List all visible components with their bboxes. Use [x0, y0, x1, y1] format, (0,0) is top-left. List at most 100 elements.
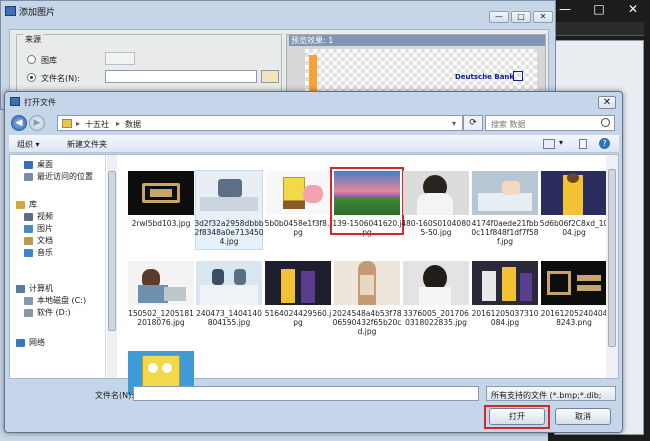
nav-item-icon: [24, 296, 33, 305]
close-button[interactable]: ✕: [598, 96, 616, 109]
forward-button[interactable]: ▶: [29, 115, 45, 131]
file-thumbnail[interactable]: 5d6b06f2C8xd_1004.jpg: [539, 171, 609, 249]
cancel-button[interactable]: 取消: [555, 408, 611, 425]
search-placeholder: 搜索 数据: [491, 120, 526, 129]
file-scrollbar[interactable]: [606, 155, 618, 378]
help-icon[interactable]: ?: [599, 138, 610, 149]
file-thumbnail[interactable]: 2rwl5bd103.jpg: [128, 171, 194, 249]
nav-item[interactable]: 库: [16, 199, 37, 210]
file-name: 3d2f32a2958dbbb2f8348a0e7134504.jpg: [194, 219, 264, 246]
nav-item-icon: [24, 172, 33, 181]
file-thumbnail[interactable]: 201612052404048243.png: [541, 261, 607, 339]
app-icon: [5, 6, 16, 16]
file-name: 3376005_2017060318022835.jpg: [403, 309, 469, 327]
file-name: 5164024429560.jpg: [264, 309, 332, 327]
file-thumbnail[interactable]: 3d2f32a2958dbbb2f8348a0e7134504.jpg: [194, 170, 264, 250]
back-button[interactable]: ◀: [11, 115, 27, 131]
nav-item[interactable]: 桌面: [24, 159, 53, 170]
nav-item[interactable]: 文档: [24, 235, 53, 246]
file-thumbnail[interactable]: 480-160S01040805-50.jpg: [401, 171, 471, 249]
filename-label: 文件名(N):: [95, 391, 134, 400]
file-radio[interactable]: [27, 73, 36, 82]
scrollbar-thumb[interactable]: [108, 171, 116, 331]
nav-item-icon: [16, 338, 25, 347]
search-input[interactable]: 搜索 数据: [485, 115, 615, 131]
file-thumbnail[interactable]: 4174f0aede21fbb0c11f848f1df7f58f.jpg: [471, 171, 539, 249]
file-name: 2rwl5bd103.jpg: [131, 219, 191, 228]
nav-item-icon: [24, 236, 33, 245]
dialog-title: 打开文件: [24, 98, 56, 107]
minimize-button[interactable]: —: [489, 11, 509, 23]
file-name: 2024548a4b53f7806590432f65b20cd.jpg: [332, 309, 402, 336]
nav-item-icon: [24, 212, 33, 221]
nav-item[interactable]: 音乐: [24, 247, 53, 258]
nav-item-icon: [24, 308, 33, 317]
deutsche-bank-logo-icon: [513, 71, 523, 81]
nav-item-icon: [24, 160, 33, 169]
dialog-title: 添加图片: [19, 8, 56, 18]
nav-item-label: 最近访问的位置: [37, 172, 93, 181]
file-thumbnail[interactable]: 240473_1404140804155.jpg: [196, 261, 262, 339]
chevron-down-icon[interactable]: ▾: [452, 119, 456, 128]
nav-scrollbar[interactable]: [107, 155, 117, 378]
close-button[interactable]: ✕: [533, 11, 553, 23]
file-browser: 桌面 最近访问的位置库视频 图片 文档 音乐 计算机 本地磁盘 (C:) 软件 (D:) 网络 …: [9, 154, 619, 395]
breadcrumb-item[interactable]: 十五社: [85, 119, 109, 130]
thumbnail-image: [128, 171, 194, 215]
file-thumbnail[interactable]: 3376005_2017060318022835.jpg: [403, 261, 469, 339]
close-button[interactable]: ✕: [622, 2, 644, 16]
selection-highlight: [330, 167, 404, 235]
view-options-icon[interactable]: [543, 139, 555, 149]
nav-item-icon: [16, 284, 25, 293]
refresh-button[interactable]: ⟳: [463, 115, 483, 131]
filetype-select[interactable]: 所有支持的文件 (*.bmp;*.dib;: [486, 386, 616, 401]
gallery-select[interactable]: [105, 52, 135, 65]
maximize-button[interactable]: □: [511, 11, 531, 23]
address-bar[interactable]: ▸ 十五社 ▸ 数据 ▾: [57, 115, 463, 131]
nav-item[interactable]: 网络: [16, 337, 45, 348]
preview-brand: Deutsche Bank: [455, 73, 515, 81]
nav-item[interactable]: 图片: [24, 223, 53, 234]
file-name: 5d6b06f2C8xd_1004.jpg: [539, 219, 609, 237]
filename-input[interactable]: [133, 386, 479, 401]
organize-menu[interactable]: 组织 ▾: [17, 139, 40, 150]
thumbnail-image: [403, 261, 469, 305]
file-path-input[interactable]: [105, 70, 257, 83]
nav-item[interactable]: 本地磁盘 (C:): [24, 295, 86, 306]
thumbnail-image: [541, 261, 607, 305]
browse-folder-icon[interactable]: [261, 70, 279, 83]
nav-item-icon: [24, 248, 33, 257]
dialog-titlebar: 打开文件 ✕: [5, 92, 622, 112]
thumbnail-image: [403, 171, 469, 215]
nav-item[interactable]: 最近访问的位置: [24, 171, 93, 182]
nav-item[interactable]: 视频: [24, 211, 53, 222]
gallery-radio-label: 图库: [41, 56, 57, 65]
source-group-label: 来源: [23, 34, 43, 45]
nav-item[interactable]: 软件 (D:): [24, 307, 71, 318]
nav-item-label: 本地磁盘 (C:): [37, 296, 87, 305]
thumbnail-image: [128, 261, 194, 305]
preview-pane-icon[interactable]: [579, 139, 587, 149]
filetype-value: 所有支持的文件 (*.bmp;*.dib;: [491, 391, 602, 400]
chevron-down-icon[interactable]: ▾: [559, 138, 563, 147]
gallery-radio[interactable]: [27, 55, 36, 64]
minimize-button[interactable]: —: [554, 2, 576, 16]
breadcrumb-item[interactable]: 数据: [125, 119, 141, 130]
file-thumbnail[interactable]: 20161205037310084.jpg: [472, 261, 538, 339]
preview-label: 预览效果: 1: [289, 35, 545, 46]
thumbnail-image: [196, 261, 262, 305]
file-thumbnail[interactable]: 150502_12051812018076.jpg: [128, 261, 194, 339]
nav-item-label: 视频: [37, 212, 53, 221]
file-radio-label: 文件名(N):: [41, 74, 80, 83]
nav-item[interactable]: 计算机: [16, 283, 53, 294]
app-icon: [10, 97, 20, 106]
thumbnail-image: [265, 261, 331, 305]
maximize-button[interactable]: □: [588, 2, 610, 16]
new-folder-button[interactable]: 新建文件夹: [67, 139, 107, 150]
file-thumbnail[interactable]: 5b0b0458e1f3f8.jpg: [265, 171, 331, 249]
file-thumbnail[interactable]: 2024548a4b53f7806590432f65b20cd.jpg: [332, 261, 402, 339]
scrollbar-thumb[interactable]: [608, 169, 616, 347]
file-thumbnail[interactable]: 5164024429560.jpg: [265, 261, 331, 339]
thumbnail-image: [472, 261, 538, 305]
navigation-pane: 桌面最近访问的位置库视频图片 文档 音乐计算机本地磁盘 (C:) 软件 (D:) 网络: [10, 155, 106, 378]
